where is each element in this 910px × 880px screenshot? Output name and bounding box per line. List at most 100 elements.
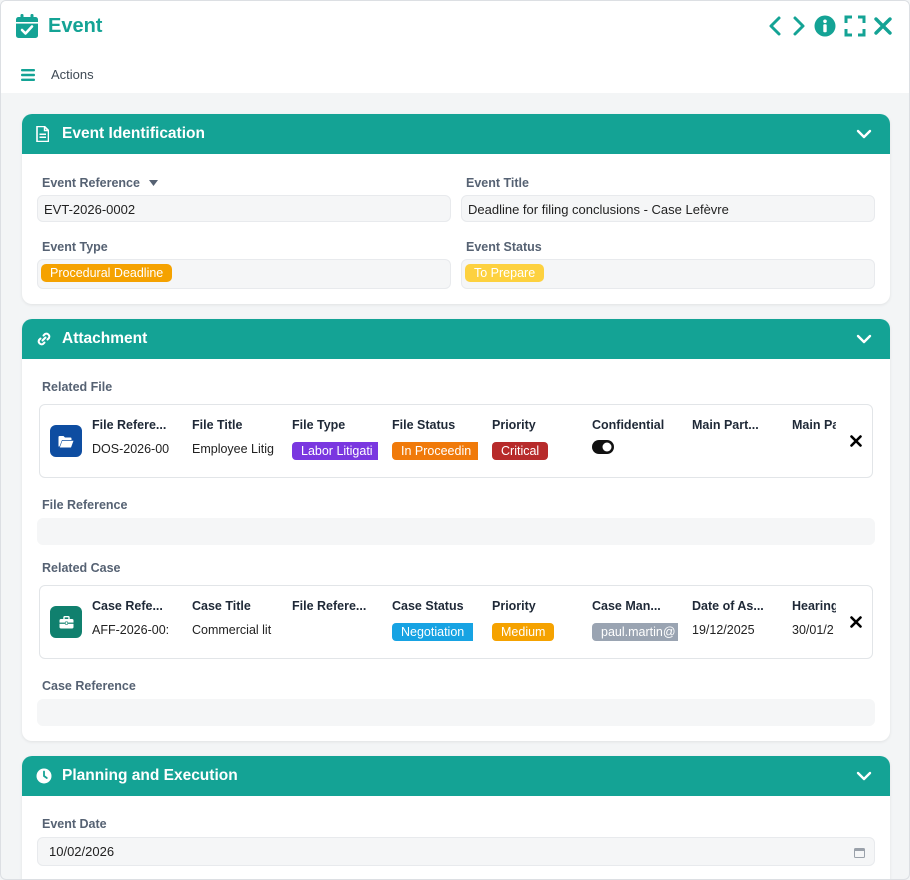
related-case-record[interactable]: Case Refe... AFF-2026-00: Case Title Com… — [39, 585, 873, 659]
event-status-badge: To Prepare — [465, 264, 545, 282]
attachment-header[interactable]: Attachment — [22, 319, 890, 359]
related-file-label: Related File — [42, 380, 113, 394]
toggle-icon[interactable] — [592, 440, 614, 454]
column-header: Case Status — [392, 599, 464, 613]
case-priority-column: Priority Medium — [492, 599, 578, 643]
caret-down-icon[interactable] — [149, 180, 159, 186]
clock-icon — [36, 768, 52, 784]
case-title-column: Case Title Commercial lit — [192, 599, 278, 643]
column-header: Priority — [492, 599, 536, 613]
column-header: Date of As... — [692, 599, 764, 613]
column-header: Confidential — [592, 418, 665, 432]
column-header: Main Part... — [692, 418, 759, 432]
file-reference-column: File Refere... DOS-2026-00 — [92, 418, 178, 462]
event-reference-label: Event Reference — [42, 176, 159, 190]
calendar-check-icon — [16, 14, 38, 38]
file-type-badge: Labor Litigati — [292, 442, 378, 460]
window-title: Event — [48, 15, 103, 37]
event-reference-field[interactable]: EVT-2026-0002 — [37, 195, 451, 222]
confidential-column: Confidential — [592, 418, 678, 460]
chevron-down-icon[interactable] — [856, 768, 872, 784]
hamburger-icon — [21, 68, 35, 81]
file-reference-label: File Reference — [42, 498, 128, 512]
event-identification-section: Event Identification Event Reference EVT… — [22, 114, 890, 304]
case-manager-badge: paul.martin@ — [592, 623, 678, 641]
case-status-column: Case Status Negotiation — [392, 599, 478, 643]
file-priority-column: Priority Critical — [492, 418, 578, 462]
close-icon[interactable] — [872, 15, 894, 37]
main-party-column: Main Part... — [692, 418, 778, 462]
event-date-value: 10/02/2026 — [49, 844, 115, 859]
case-title-value: Commercial lit — [192, 623, 272, 637]
case-reference-column: Case Refe... AFF-2026-00: — [92, 599, 178, 643]
expand-icon[interactable] — [844, 15, 866, 37]
document-icon — [36, 126, 52, 142]
related-case-label: Related Case — [42, 561, 121, 575]
column-header: Main Pa — [792, 418, 836, 432]
column-header: File Refere... — [292, 599, 367, 613]
column-header: File Status — [392, 418, 456, 432]
file-priority-badge: Critical — [492, 442, 549, 460]
case-file-reference-column: File Refere... — [292, 599, 378, 643]
actions-label: Actions — [51, 67, 94, 82]
file-title-column: File Title Employee Litig — [192, 418, 278, 462]
section-title: Event Identification — [62, 125, 205, 142]
column-header: File Title — [192, 418, 243, 432]
file-type-column: File Type Labor Litigati — [292, 418, 378, 462]
hearing-column: Hearing 30/01/2 — [792, 599, 836, 643]
event-status-label: Event Status — [466, 240, 542, 254]
case-reference-input[interactable] — [37, 699, 875, 726]
info-icon[interactable] — [814, 15, 836, 37]
event-status-field[interactable]: To Prepare — [461, 259, 875, 289]
file-reference-value: DOS-2026-00 — [92, 442, 170, 456]
case-reference-label: Case Reference — [42, 679, 136, 693]
briefcase-icon — [50, 606, 82, 638]
event-identification-header[interactable]: Event Identification — [22, 114, 890, 154]
event-title-field[interactable]: Deadline for filing conclusions - Case L… — [461, 195, 875, 222]
file-reference-input[interactable] — [37, 518, 875, 545]
event-window: Event Actions Event Identification Event… — [0, 0, 910, 880]
case-manager-column: Case Man... paul.martin@ — [592, 599, 678, 643]
remove-file-icon[interactable] — [850, 435, 862, 447]
attachment-section: Attachment Related File File Refere... D… — [22, 319, 890, 741]
planning-section: Planning and Execution Event Date 10/02/… — [22, 756, 890, 879]
related-file-record[interactable]: File Refere... DOS-2026-00 File Title Em… — [39, 404, 873, 478]
file-status-badge: In Proceedin — [392, 442, 478, 460]
event-title-label: Event Title — [466, 176, 529, 190]
case-status-badge: Negotiation — [392, 623, 474, 641]
actions-menu[interactable]: Actions — [21, 67, 94, 82]
column-header: Case Refe... — [92, 599, 163, 613]
case-file-reference-value — [292, 623, 378, 643]
event-date-field[interactable]: 10/02/2026 — [37, 837, 875, 866]
date-assigned-value: 19/12/2025 — [692, 623, 755, 637]
event-type-label: Event Type — [42, 240, 108, 254]
chevron-right-icon[interactable] — [787, 15, 809, 37]
remove-case-icon[interactable] — [850, 616, 862, 628]
file-title-value: Employee Litig — [192, 442, 274, 456]
column-header: File Refere... — [92, 418, 167, 432]
chevron-down-icon[interactable] — [856, 126, 872, 142]
main-party-2-column: Main Pa — [792, 418, 836, 462]
section-title: Planning and Execution — [62, 767, 238, 784]
title-bar: Event Actions — [1, 1, 909, 93]
case-reference-value: AFF-2026-00: — [92, 623, 170, 637]
section-title: Attachment — [62, 330, 148, 347]
folder-open-icon — [50, 425, 82, 457]
column-header: Hearing — [792, 599, 836, 613]
date-assigned-column: Date of As... 19/12/2025 — [692, 599, 778, 643]
hearing-value: 30/01/2 — [792, 623, 834, 637]
column-header: Priority — [492, 418, 536, 432]
event-type-field[interactable]: Procedural Deadline — [37, 259, 451, 289]
file-status-column: File Status In Proceedin — [392, 418, 478, 462]
link-icon — [36, 331, 52, 347]
column-header: Case Title — [192, 599, 251, 613]
column-header: File Type — [292, 418, 346, 432]
case-priority-badge: Medium — [492, 623, 555, 641]
event-type-badge: Procedural Deadline — [41, 264, 173, 282]
chevron-down-icon[interactable] — [856, 331, 872, 347]
chevron-left-icon[interactable] — [765, 15, 787, 37]
column-header: Case Man... — [592, 599, 661, 613]
calendar-icon[interactable] — [854, 847, 865, 858]
event-date-label: Event Date — [42, 817, 107, 831]
planning-header[interactable]: Planning and Execution — [22, 756, 890, 796]
